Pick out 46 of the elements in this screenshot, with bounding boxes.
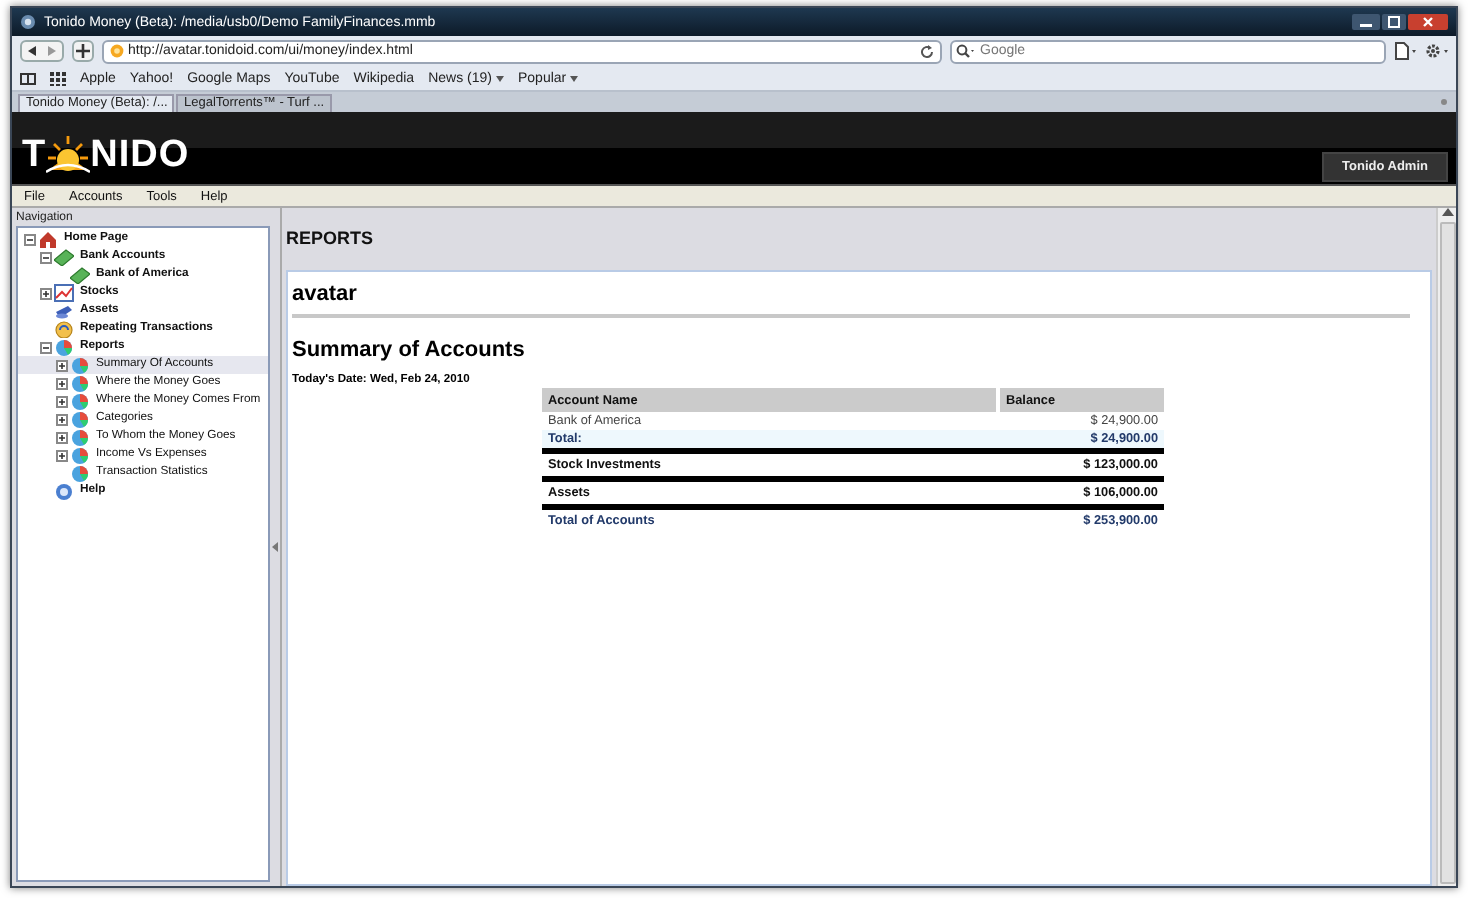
pie-chart-icon (70, 410, 90, 428)
pie-chart-icon (70, 464, 90, 482)
collapse-icon[interactable] (23, 233, 35, 245)
logo-text: NIDO (90, 136, 190, 174)
grid-icon (50, 71, 66, 85)
scrollbar[interactable] (1436, 208, 1456, 886)
logo-text: T (22, 136, 47, 174)
reload-icon (920, 44, 934, 58)
pie-chart-icon (70, 392, 90, 410)
pie-chart-icon (70, 446, 90, 464)
expand-icon[interactable] (55, 413, 67, 425)
heading: avatar (292, 282, 1410, 318)
add-bookmark-button[interactable] (72, 40, 94, 62)
section-title: REPORTS (286, 227, 374, 247)
pie-chart-icon (70, 356, 90, 374)
expand-icon[interactable] (55, 395, 67, 407)
book-icon (20, 71, 36, 85)
tab-list-icon (1440, 98, 1448, 106)
clock-icon (54, 320, 74, 338)
pie-chart-icon (70, 374, 90, 392)
expand-icon[interactable] (39, 287, 51, 299)
close-icon (1408, 14, 1448, 30)
expand-icon[interactable] (55, 359, 67, 371)
pie-chart-icon (70, 428, 90, 446)
forward-icon (46, 44, 58, 58)
plus-icon (76, 44, 90, 58)
back-icon (26, 44, 38, 58)
app-icon (20, 14, 36, 30)
site-icon (110, 44, 124, 58)
minimize-icon (1352, 14, 1380, 30)
sun-icon (46, 134, 91, 174)
page-menu-icon (1394, 42, 1416, 60)
expand-icon[interactable] (55, 449, 67, 461)
chart-icon (54, 284, 74, 302)
caret-icon (496, 75, 504, 81)
help-icon (54, 482, 74, 500)
coins-icon (54, 302, 74, 320)
caret-icon (570, 75, 579, 81)
collapse-icon[interactable] (39, 341, 51, 353)
pie-chart-icon (54, 338, 74, 356)
expand-icon[interactable] (55, 377, 67, 389)
report-title: Summary of Accounts (292, 338, 527, 362)
settings-icon (1424, 42, 1448, 60)
collapse-icon[interactable] (39, 251, 51, 263)
maximize-icon (1382, 14, 1406, 30)
expand-icon[interactable] (55, 431, 67, 443)
